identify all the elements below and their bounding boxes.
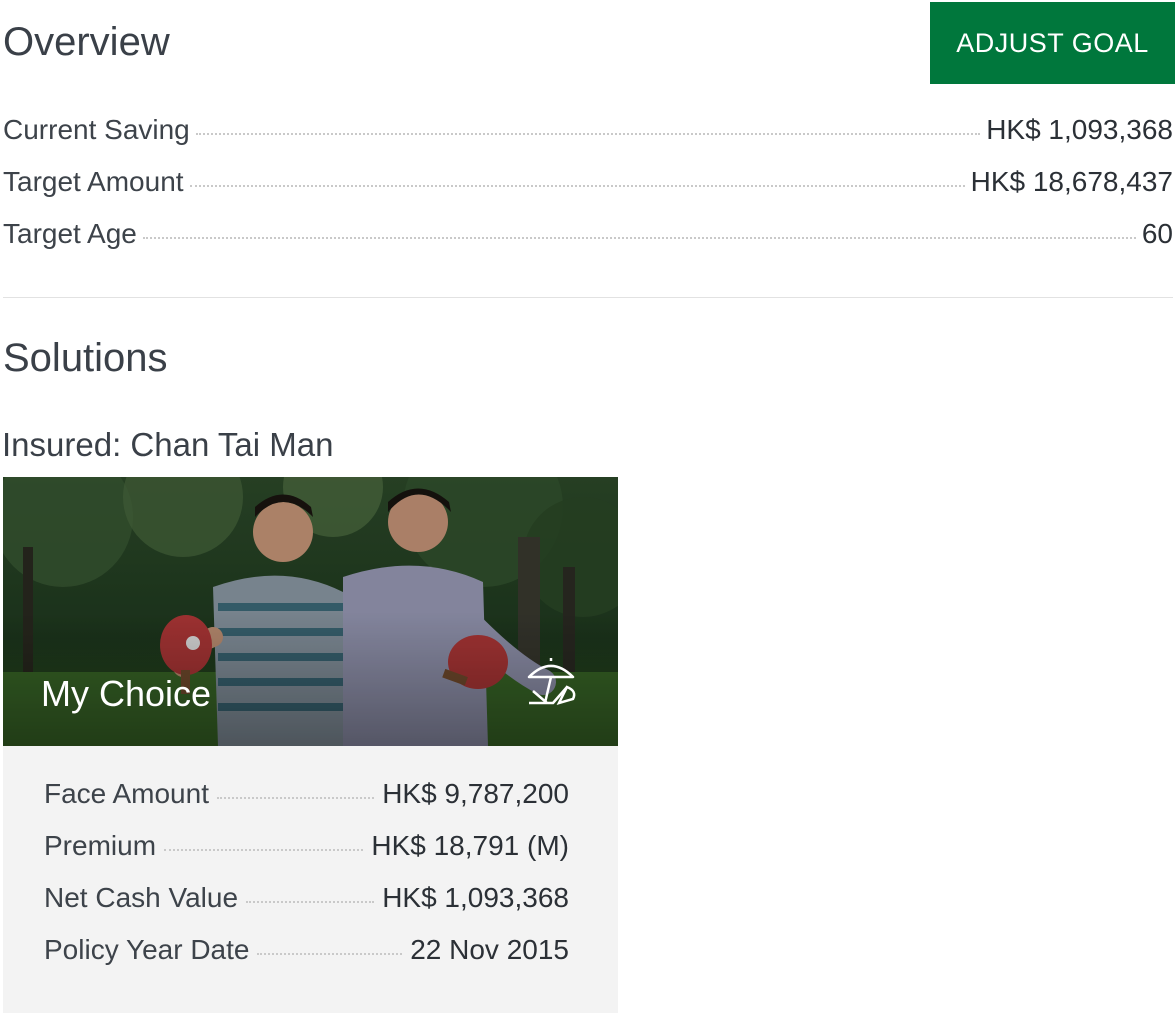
dotted-leader <box>216 797 375 799</box>
insured-name: Insured: Chan Tai Man <box>2 426 334 463</box>
row-value: HK$ 18,791 (M) <box>371 830 569 861</box>
row-label: Target Age <box>3 218 137 249</box>
row-value: 22 Nov 2015 <box>410 934 569 965</box>
solution-card-my-choice[interactable]: My Choice Face Amount HK$ 9,787,200 Prem… <box>3 477 618 1013</box>
card-row-policy-year-date: Policy Year Date 22 Nov 2015 <box>44 934 569 986</box>
dotted-leader <box>189 185 965 187</box>
adjust-goal-button[interactable]: ADJUST GOAL <box>930 2 1175 84</box>
row-label: Net Cash Value <box>44 882 239 913</box>
overview-title: Overview <box>3 20 170 64</box>
section-divider <box>3 297 1173 298</box>
row-value: HK$ 1,093,368 <box>382 882 569 913</box>
solutions-title: Solutions <box>3 336 168 380</box>
dotted-leader <box>164 849 364 851</box>
parasol-lounger-icon <box>527 658 576 705</box>
dotted-leader <box>142 237 1136 239</box>
card-row-face-amount: Face Amount HK$ 9,787,200 <box>44 778 569 830</box>
row-value: HK$ 1,093,368 <box>986 114 1173 145</box>
row-value: HK$ 9,787,200 <box>382 778 569 809</box>
overview-row-target-amount: Target Amount HK$ 18,678,437 <box>3 166 1173 218</box>
row-value: 60 <box>1141 218 1173 249</box>
row-label: Face Amount <box>44 778 209 809</box>
card-details: Face Amount HK$ 9,787,200 Premium HK$ 18… <box>3 746 618 1013</box>
dotted-leader <box>246 901 375 903</box>
row-label: Policy Year Date <box>44 934 250 965</box>
card-row-premium: Premium HK$ 18,791 (M) <box>44 830 569 882</box>
row-label: Premium <box>44 830 157 861</box>
overview-list: Current Saving HK$ 1,093,368 Target Amou… <box>3 114 1173 270</box>
overview-row-current-saving: Current Saving HK$ 1,093,368 <box>3 114 1173 166</box>
card-hero-image: My Choice <box>3 477 618 746</box>
row-label: Target Amount <box>3 166 184 197</box>
card-row-net-cash-value: Net Cash Value HK$ 1,093,368 <box>44 882 569 934</box>
row-value: HK$ 18,678,437 <box>970 166 1173 197</box>
card-title: My Choice <box>41 673 212 714</box>
row-label: Current Saving <box>3 114 190 145</box>
dotted-leader <box>195 133 981 135</box>
dotted-leader <box>257 953 403 955</box>
overview-row-target-age: Target Age 60 <box>3 218 1173 270</box>
